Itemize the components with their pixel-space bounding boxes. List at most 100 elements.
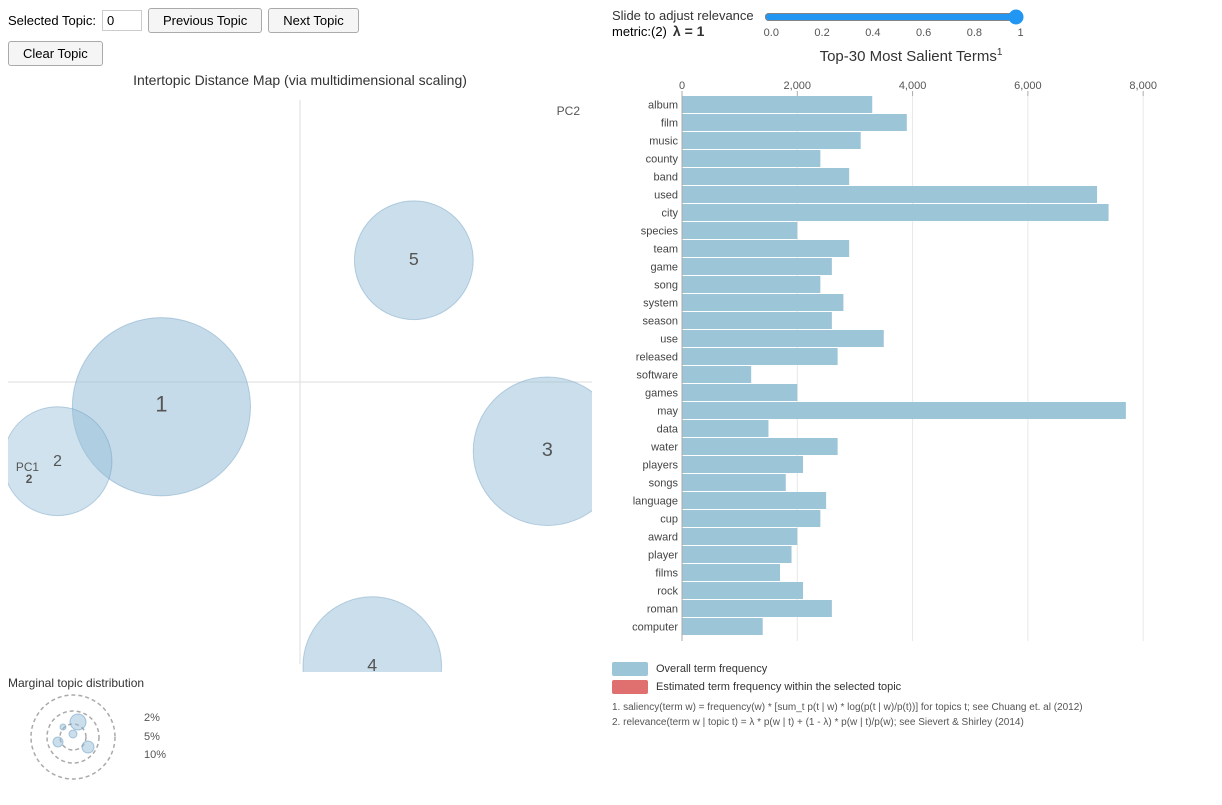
bar-label-players: players — [643, 460, 679, 472]
topic-label-5: 5 — [409, 249, 419, 269]
bar-label-use: use — [660, 334, 678, 346]
bar-overall-may — [682, 402, 1126, 419]
slider-text-group: Slide to adjust relevance metric:(2) λ =… — [612, 8, 754, 39]
tick-08: 0.8 — [967, 27, 982, 39]
slider-container[interactable]: 0.0 0.2 0.4 0.6 0.8 1 — [764, 9, 1024, 39]
bar-label-released: released — [636, 352, 678, 364]
bar-label-system: system — [643, 298, 678, 310]
tick-02: 0.2 — [814, 27, 829, 39]
intertopic-map-svg: 1 2 3 4 5 PC1 2 — [8, 92, 592, 672]
bar-overall-team — [682, 240, 849, 257]
bar-label-games: games — [645, 388, 679, 400]
footnote-1: 1. saliency(term w) = frequency(w) * [su… — [612, 700, 1210, 715]
bar-label-song: song — [654, 280, 678, 292]
bar-label-software: software — [636, 370, 678, 382]
chart-title-sup: 1 — [997, 47, 1003, 58]
bar-label-city: city — [662, 208, 679, 220]
left-panel: Selected Topic: Previous Topic Next Topi… — [0, 0, 600, 805]
marginal-svg — [8, 692, 138, 782]
relevance-slider[interactable] — [764, 9, 1024, 25]
bar-label-season: season — [643, 316, 678, 328]
lambda-label: λ = 1 — [673, 23, 705, 39]
bar-overall-system — [682, 294, 843, 311]
svg-text:6,000: 6,000 — [1014, 80, 1042, 92]
bar-overall-songs — [682, 474, 786, 491]
pc2-axis-label: PC2 — [557, 104, 580, 118]
marginal-distribution: Marginal topic distribution 2% 5% 10% — [8, 676, 592, 782]
tick-04: 0.4 — [865, 27, 880, 39]
bar-label-data: data — [657, 424, 679, 436]
tick-1: 1 — [1017, 27, 1023, 39]
bar-label-films: films — [655, 568, 678, 580]
bar-overall-season — [682, 312, 832, 329]
tick-06: 0.6 — [916, 27, 931, 39]
marginal-title: Marginal topic distribution — [8, 676, 592, 690]
bar-overall-roman — [682, 600, 832, 617]
pc1-number: 2 — [26, 472, 33, 486]
bar-label-album: album — [648, 100, 678, 112]
bar-label-game: game — [650, 262, 678, 274]
topic-label-4: 4 — [367, 655, 377, 672]
bar-label-songs: songs — [649, 478, 679, 490]
chart-title-text: Top-30 Most Salient Terms — [820, 48, 997, 65]
topic-label-3: 3 — [542, 439, 553, 461]
clear-topic-button[interactable]: Clear Topic — [8, 41, 103, 66]
legend-5pct: 5% — [144, 728, 166, 747]
bar-label-used: used — [654, 190, 678, 202]
bar-overall-cup — [682, 510, 820, 527]
svg-text:8,000: 8,000 — [1129, 80, 1157, 92]
bar-label-county: county — [646, 154, 679, 166]
topic-circle-3[interactable] — [473, 377, 592, 525]
legend-overall-box — [612, 662, 648, 676]
bar-overall-song — [682, 276, 820, 293]
bar-overall-data — [682, 420, 768, 437]
next-topic-button[interactable]: Next Topic — [268, 8, 358, 33]
slide-label: Slide to adjust relevance — [612, 8, 754, 23]
bar-overall-music — [682, 132, 861, 149]
prev-topic-button[interactable]: Previous Topic — [148, 8, 262, 33]
bar-label-player: player — [648, 550, 678, 562]
bar-label-species: species — [641, 226, 679, 238]
bar-label-language: language — [633, 496, 678, 508]
bar-overall-use — [682, 330, 884, 347]
selected-topic-label: Selected Topic: — [8, 13, 96, 28]
bar-overall-films — [682, 564, 780, 581]
legend-topic-box — [612, 680, 648, 694]
bar-label-computer: computer — [632, 622, 678, 634]
bar-overall-players — [682, 456, 803, 473]
tick-0: 0.0 — [764, 27, 779, 39]
svg-text:2,000: 2,000 — [784, 80, 812, 92]
topic-label-2: 2 — [53, 453, 62, 470]
bar-overall-player — [682, 546, 792, 563]
bar-label-may: may — [657, 406, 678, 418]
bar-label-award: award — [648, 532, 678, 544]
marginal-legend: 2% 5% 10% — [144, 709, 166, 765]
bar-chart-wrap: 02,0004,0006,0008,000albumfilmmusiccount… — [612, 71, 1210, 654]
bar-label-cup: cup — [660, 514, 678, 526]
bar-overall-band — [682, 168, 849, 185]
legend-area: Overall term frequency Estimated term fr… — [612, 662, 1210, 694]
bar-label-band: band — [654, 172, 678, 184]
bar-overall-language — [682, 492, 826, 509]
footnote-2: 2. relevance(term w | topic t) = λ * p(w… — [612, 715, 1210, 730]
marginal-area: 2% 5% 10% — [8, 692, 592, 782]
footnote-area: 1. saliency(term w) = frequency(w) * [su… — [612, 700, 1210, 730]
map-title: Intertopic Distance Map (via multidimens… — [8, 72, 592, 88]
bar-overall-county — [682, 150, 820, 167]
legend-10pct: 10% — [144, 746, 166, 765]
slider-area: Slide to adjust relevance metric:(2) λ =… — [612, 8, 1210, 39]
map-area: PC2 1 2 3 4 5 PC1 2 — [8, 92, 592, 672]
svg-text:0: 0 — [679, 80, 685, 92]
legend-topic-label: Estimated term frequency within the sele… — [656, 681, 901, 693]
svg-text:4,000: 4,000 — [899, 80, 927, 92]
bar-label-team: team — [654, 244, 678, 256]
metric-label: metric:(2) — [612, 24, 667, 39]
bar-overall-released — [682, 348, 838, 365]
bar-overall-city — [682, 204, 1109, 221]
legend-2pct: 2% — [144, 709, 166, 728]
bar-label-film: film — [661, 118, 678, 130]
slider-ticks: 0.0 0.2 0.4 0.6 0.8 1 — [764, 27, 1024, 39]
topic-input[interactable] — [102, 10, 142, 31]
bar-label-roman: roman — [647, 604, 678, 616]
bar-overall-album — [682, 96, 872, 113]
